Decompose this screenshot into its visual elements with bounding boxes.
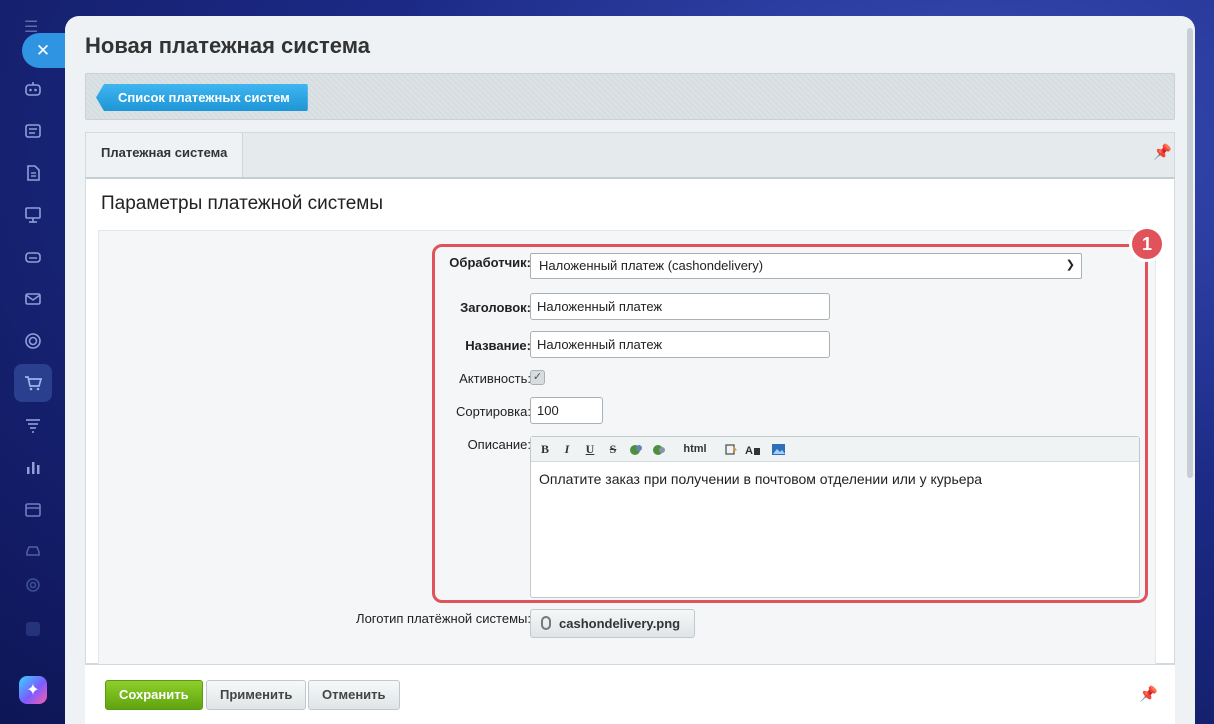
name-label: Название: [465,338,531,353]
html-button[interactable]: html [681,442,709,457]
underline-button[interactable]: U [582,442,598,457]
mail-icon[interactable] [18,284,48,314]
format-icon[interactable] [723,442,739,457]
analytics-icon[interactable] [18,452,48,482]
logo-file-button[interactable]: cashondelivery.png [530,609,696,638]
logo-file-name: cashondelivery.png [559,616,681,631]
sparkle-icon: ✦ [26,682,40,699]
bold-button[interactable]: B [537,442,553,457]
gear-icon[interactable] [18,570,48,600]
save-button[interactable]: Сохранить [105,680,203,710]
link-icon[interactable] [628,442,644,457]
context-toolbar: Список платежных систем [85,73,1175,120]
paperclip-icon [541,616,551,630]
header-input[interactable]: Наложенный платеж [530,293,830,320]
italic-button[interactable]: I [559,442,575,457]
strikethrough-button[interactable]: S [605,442,621,457]
drive-icon[interactable] [18,242,48,272]
settings-ring-icon[interactable] [18,326,48,356]
close-icon: ✕ [35,40,51,60]
funnel-icon[interactable] [18,410,48,440]
description-editor[interactable]: B I U S html A Оплатите заказ при получе… [530,436,1140,598]
handler-select[interactable]: Наложенный платеж (cashondelivery) ❯ [530,253,1082,279]
pin-icon[interactable]: 📌 [1139,685,1158,705]
page-title: Новая платежная система [85,33,370,58]
ai-assistant-button[interactable]: ✦ [19,676,47,704]
section-title: Параметры платежной системы [101,193,383,214]
handler-select-value: Наложенный платеж (cashondelivery) [539,258,764,273]
feed-icon[interactable] [18,116,48,146]
description-label: Описание: [467,437,531,452]
font-color-icon[interactable]: A [745,442,761,457]
calendar-icon[interactable] [18,494,48,524]
pin-icon[interactable]: 📌 [1153,143,1172,163]
form-area: Обработчик: Наложенный платеж (cashondel… [98,230,1156,670]
image-icon[interactable] [770,442,786,457]
active-checkbox[interactable]: ✓ [530,370,545,385]
chevron-down-icon: ❯ [1065,259,1075,271]
robot-icon[interactable] [18,74,48,104]
close-slider-button[interactable]: ✕ [22,33,68,68]
scrollbar[interactable] [1187,28,1193,478]
form-content: Параметры платежной системы Обработчик: … [85,177,1175,670]
car-icon[interactable] [18,534,48,564]
left-sidebar: ☰ ✕ ✦ [0,0,68,724]
editor-toolbar: B I U S html A [531,437,1139,462]
presentation-icon[interactable] [18,200,48,230]
logo-label: Логотип платёжной системы: [356,611,531,626]
tab-bar: Платежная система 📌 [85,132,1175,178]
apply-button[interactable]: Применить [206,680,307,710]
sort-label: Сортировка: [456,404,531,419]
tab-payment-system[interactable]: Платежная система [86,133,244,178]
handler-label: Обработчик: [449,255,531,270]
square-icon[interactable] [18,614,48,644]
main-panel: Новая платежная система Список платежных… [65,16,1195,724]
unlink-icon[interactable] [651,442,667,457]
sort-input[interactable]: 100 [530,397,603,424]
name-input[interactable]: Наложенный платеж [530,331,830,358]
active-label: Активность: [459,371,531,386]
cart-icon[interactable] [14,364,52,402]
cancel-button[interactable]: Отменить [308,680,400,710]
document-icon[interactable] [18,158,48,188]
svg-text:A: A [745,445,753,457]
header-label: Заголовок: [460,300,531,315]
form-footer: Сохранить Применить Отменить 📌 [85,664,1175,724]
description-text: Оплатите заказ при получении в почтовом … [539,471,983,487]
annotation-badge: 1 [1129,226,1165,262]
payment-systems-list-button[interactable]: Список платежных систем [96,84,308,111]
